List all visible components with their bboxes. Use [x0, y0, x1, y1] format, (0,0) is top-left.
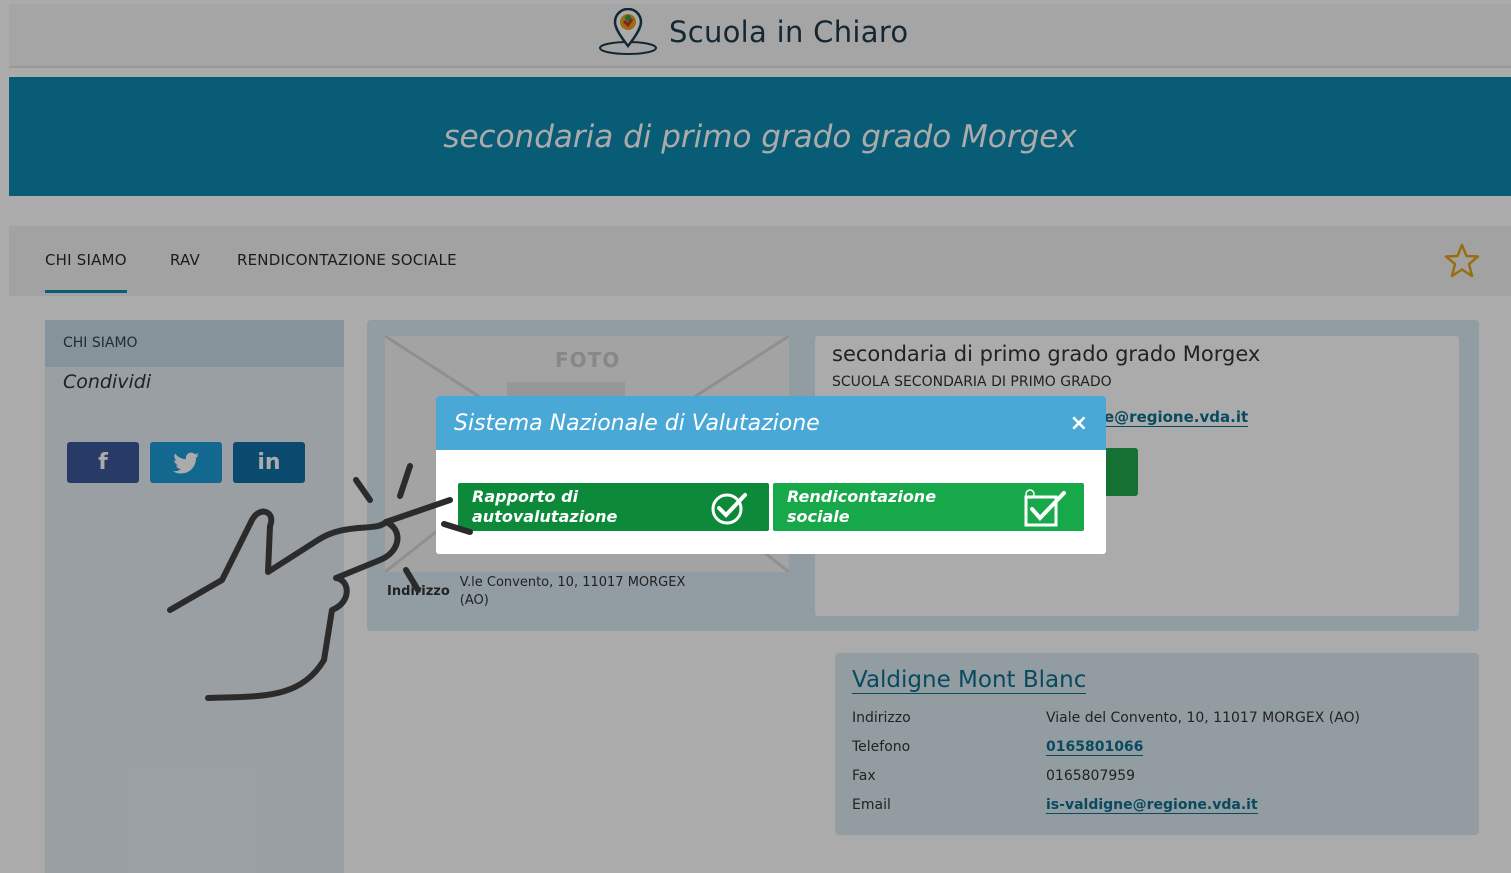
checkbox-check-icon: [1024, 489, 1066, 527]
snv-modal: Sistema Nazionale di Valutazione × Rappo…: [436, 396, 1106, 554]
label-line: Rapporto di: [472, 487, 579, 506]
label-line: sociale: [787, 507, 850, 526]
rs-button-label: Rendicontazione sociale: [787, 487, 967, 527]
rendicontazione-sociale-button[interactable]: Rendicontazione sociale: [773, 483, 1084, 531]
label-line: Rendicontazione: [787, 487, 937, 506]
modal-header: Sistema Nazionale di Valutazione ×: [436, 396, 1106, 450]
close-icon[interactable]: ×: [1070, 411, 1088, 436]
check-circle-icon: [711, 493, 747, 525]
modal-title: Sistema Nazionale di Valutazione: [454, 410, 820, 436]
rav-button-label: Rapporto di autovalutazione: [472, 487, 652, 527]
pointing-hand-icon: [167, 463, 473, 701]
label-line: autovalutazione: [472, 507, 618, 526]
rav-button[interactable]: Rapporto di autovalutazione: [458, 483, 769, 531]
